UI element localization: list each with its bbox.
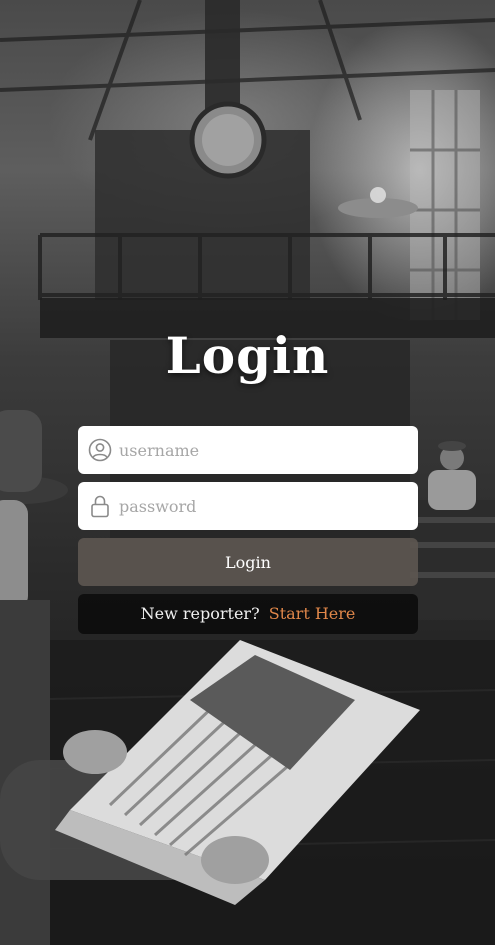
- user-circle-icon: [88, 438, 112, 462]
- password-input[interactable]: [119, 482, 409, 530]
- username-field[interactable]: [78, 426, 418, 474]
- password-field[interactable]: [78, 482, 418, 530]
- login-button[interactable]: Login: [78, 538, 418, 586]
- username-input[interactable]: [119, 426, 409, 474]
- lock-icon: [88, 494, 112, 518]
- signup-prompt-text: New reporter?: [140, 604, 260, 623]
- start-here-link[interactable]: Start Here: [269, 604, 356, 623]
- signup-prompt: New reporter? Start Here: [78, 594, 418, 634]
- page-title: Login: [165, 326, 330, 385]
